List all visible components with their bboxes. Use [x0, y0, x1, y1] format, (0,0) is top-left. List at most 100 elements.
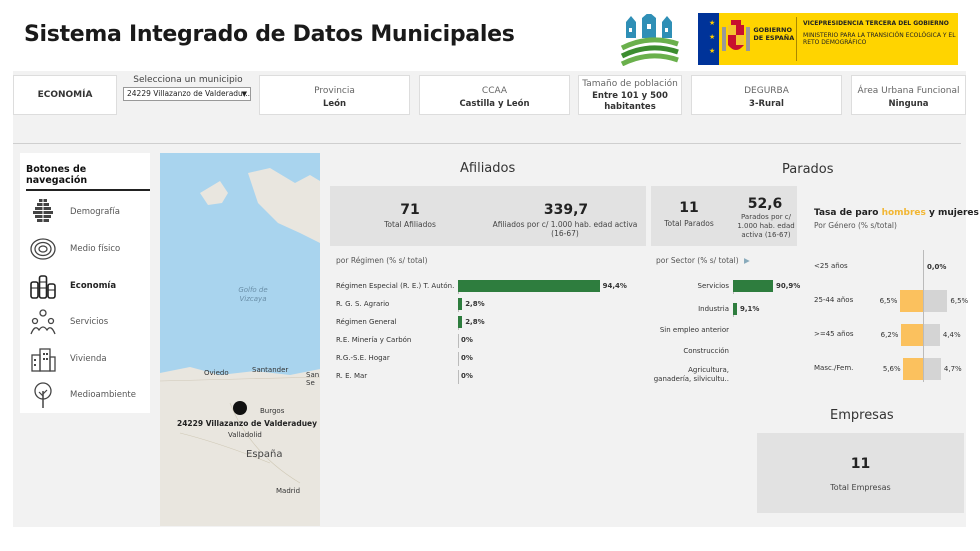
servicios-icon [28, 307, 58, 337]
hombres-value: 5,6% [882, 365, 901, 373]
regimen-value: 94,4% [602, 282, 627, 290]
municipios-logo-icon [620, 12, 680, 67]
regimen-label: R.E. Minería y Carbón [336, 336, 412, 344]
nav-item-medioambiente[interactable]: Medioambiente [28, 378, 146, 412]
navigation-panel: Botones de navegación Demografía Medio f… [20, 153, 150, 413]
ccaa-value: Castilla y León [459, 99, 530, 109]
map-label-valladolid: Valladolid [228, 431, 262, 439]
map-label-madrid: Madrid [276, 487, 301, 495]
escudo-icon [719, 13, 753, 65]
regimen-bar [458, 280, 600, 292]
sector-value: 90,9% [775, 282, 801, 290]
eu-flag-icon: ★ ★ ★ [698, 13, 720, 65]
afiliados-kpi-box: 71 Total Afiliados 339,7 Afiliados por c… [330, 186, 646, 246]
ministerio-text: VICEPRESIDENCIA TERCERA DEL GOBIERNO MIN… [796, 17, 958, 61]
parados-total-label: Total Parados [664, 219, 714, 228]
ccaa-card: CCAA Castilla y León [419, 75, 570, 115]
parados-kpi-box: 11 Total Parados 52,6 Parados por c/ 1.0… [651, 186, 797, 246]
sector-bar [733, 280, 773, 292]
vicepresidencia-text: VICEPRESIDENCIA TERCERA DEL GOBIERNO [803, 20, 949, 27]
nav-item-label: Medioambiente [70, 390, 136, 400]
area-urbana-value: Ninguna [888, 99, 929, 109]
section-tab-economia[interactable]: ECONOMÍA [13, 75, 117, 115]
nav-item-medio-fisico[interactable]: Medio físico [28, 232, 146, 266]
regimen-label: R. G. S. Agrario [336, 300, 390, 308]
regimen-label: R. E. Mar [336, 372, 368, 380]
degurba-value: 3-Rural [749, 99, 784, 109]
regimen-bar [458, 316, 463, 328]
map-marker[interactable] [233, 401, 247, 415]
hombres-bar [899, 290, 923, 312]
sector-bar [733, 303, 737, 315]
empresas-total-value: 11 [850, 456, 871, 472]
nav-item-vivienda[interactable]: Vivienda [28, 342, 146, 376]
tasa-row-label: Masc./Fem. [814, 364, 854, 372]
navigation-title: Botones de navegación [26, 164, 150, 191]
empresas-title: Empresas [830, 408, 894, 423]
empresas-total-label: Total Empresas [830, 483, 891, 492]
map-marker-label: 24229 Villazanzo de Valderaduey [177, 419, 318, 428]
hombres-bar [900, 324, 923, 346]
axis-tick [458, 334, 459, 348]
map-label-golfo: Golfo de Vizcaya [238, 286, 268, 304]
municipio-label: Selecciona un municipio [133, 75, 243, 85]
map-view[interactable]: Golfo de Vizcaya Oviedo Santander San Se… [160, 153, 320, 526]
tasa-title-a: Tasa de paro [814, 208, 882, 218]
empresas-kpi-box: 11 Total Empresas [757, 433, 964, 513]
municipio-select[interactable]: 24229 Villazanzo de Valderadu... ▼ [123, 87, 251, 101]
tasa-subtitle: Por Género (% s/total) [814, 221, 897, 230]
nav-item-economia[interactable]: Economía [28, 269, 146, 303]
nav-item-servicios[interactable]: Servicios [28, 305, 146, 339]
map-label-espana: España [246, 449, 283, 460]
play-arrow-icon[interactable]: ▶ [744, 256, 750, 265]
page-title: Sistema Integrado de Datos Municipales [24, 22, 515, 47]
divider [13, 143, 961, 144]
map-label-oviedo: Oviedo [204, 369, 229, 377]
tasa-title: Tasa de paro hombres y mujeres [814, 208, 979, 218]
ministerio-name-text: MINISTERIO PARA LA TRANSICIÓN ECOLÓGICA … [803, 31, 956, 47]
vivienda-icon [28, 344, 58, 374]
tasa-paro-chart: <25 años 0,0% 25-44 años 6,5% 6,5% >=45 años 6… [810, 250, 969, 386]
mujeres-bar [924, 290, 948, 312]
nav-item-demografia[interactable]: Demografía [28, 195, 146, 229]
tasa-row-label: >=45 años [814, 330, 854, 338]
parados-title: Parados [782, 162, 834, 177]
sector-label: Industria [698, 305, 729, 313]
parados-sector-chart: Servicios 90,9% Industria 9,1% Sin empleo an… [651, 276, 801, 391]
tasa-title-b: y mujeres [925, 208, 979, 218]
regimen-value: 0% [461, 336, 473, 344]
sector-label: Servicios [697, 282, 729, 290]
gobierno-logo: ★ ★ ★ GOBIERNO DE ESPAÑA VICEPRESIDENCIA… [698, 13, 958, 65]
mujeres-value: 4,7% [943, 365, 962, 373]
medioambiente-icon [28, 380, 58, 410]
regimen-label: Régimen General [336, 318, 397, 326]
afiliados-title: Afiliados [460, 161, 516, 176]
hombres-value: 6,2% [880, 331, 899, 339]
hombres-value: 6,5% [879, 297, 898, 305]
parados-total-value: 11 [679, 200, 699, 216]
degurba-label: DEGURBA [744, 86, 789, 96]
nav-item-label: Demografía [70, 207, 120, 217]
area-urbana-label: Área Urbana Funcional [857, 86, 960, 96]
mujeres-bar [924, 324, 940, 346]
area-urbana-card: Área Urbana Funcional Ninguna [851, 75, 966, 115]
regimen-value: 2,8% [465, 300, 485, 308]
afiliados-total-label: Total Afiliados [384, 220, 436, 229]
provincia-card: Provincia León [259, 75, 410, 115]
map-label-burgos: Burgos [260, 407, 285, 415]
regimen-label: R.G.-S.E. Hogar [336, 354, 390, 362]
parados-sector-header-text: por Sector (% s/ total) [656, 256, 739, 265]
medio-fisico-icon [28, 234, 58, 264]
provincia-value: León [322, 99, 347, 109]
nav-item-label: Economía [70, 281, 117, 291]
parados-per-label: Parados por c/ 1.000 hab. edad activa (1… [737, 213, 795, 239]
tasa-title-hombres: hombres [881, 208, 926, 218]
map-land [160, 168, 320, 526]
parados-per-value: 52,6 [747, 196, 783, 212]
mujeres-value: 6,5% [950, 297, 969, 305]
economia-icon [28, 271, 58, 301]
tamano-label: Tamaño de población [582, 79, 678, 89]
sector-value: 9,1% [740, 305, 760, 313]
map-label-santander: Santander [252, 366, 289, 374]
afiliados-regimen-header: por Régimen (% s/ total) [336, 256, 428, 265]
